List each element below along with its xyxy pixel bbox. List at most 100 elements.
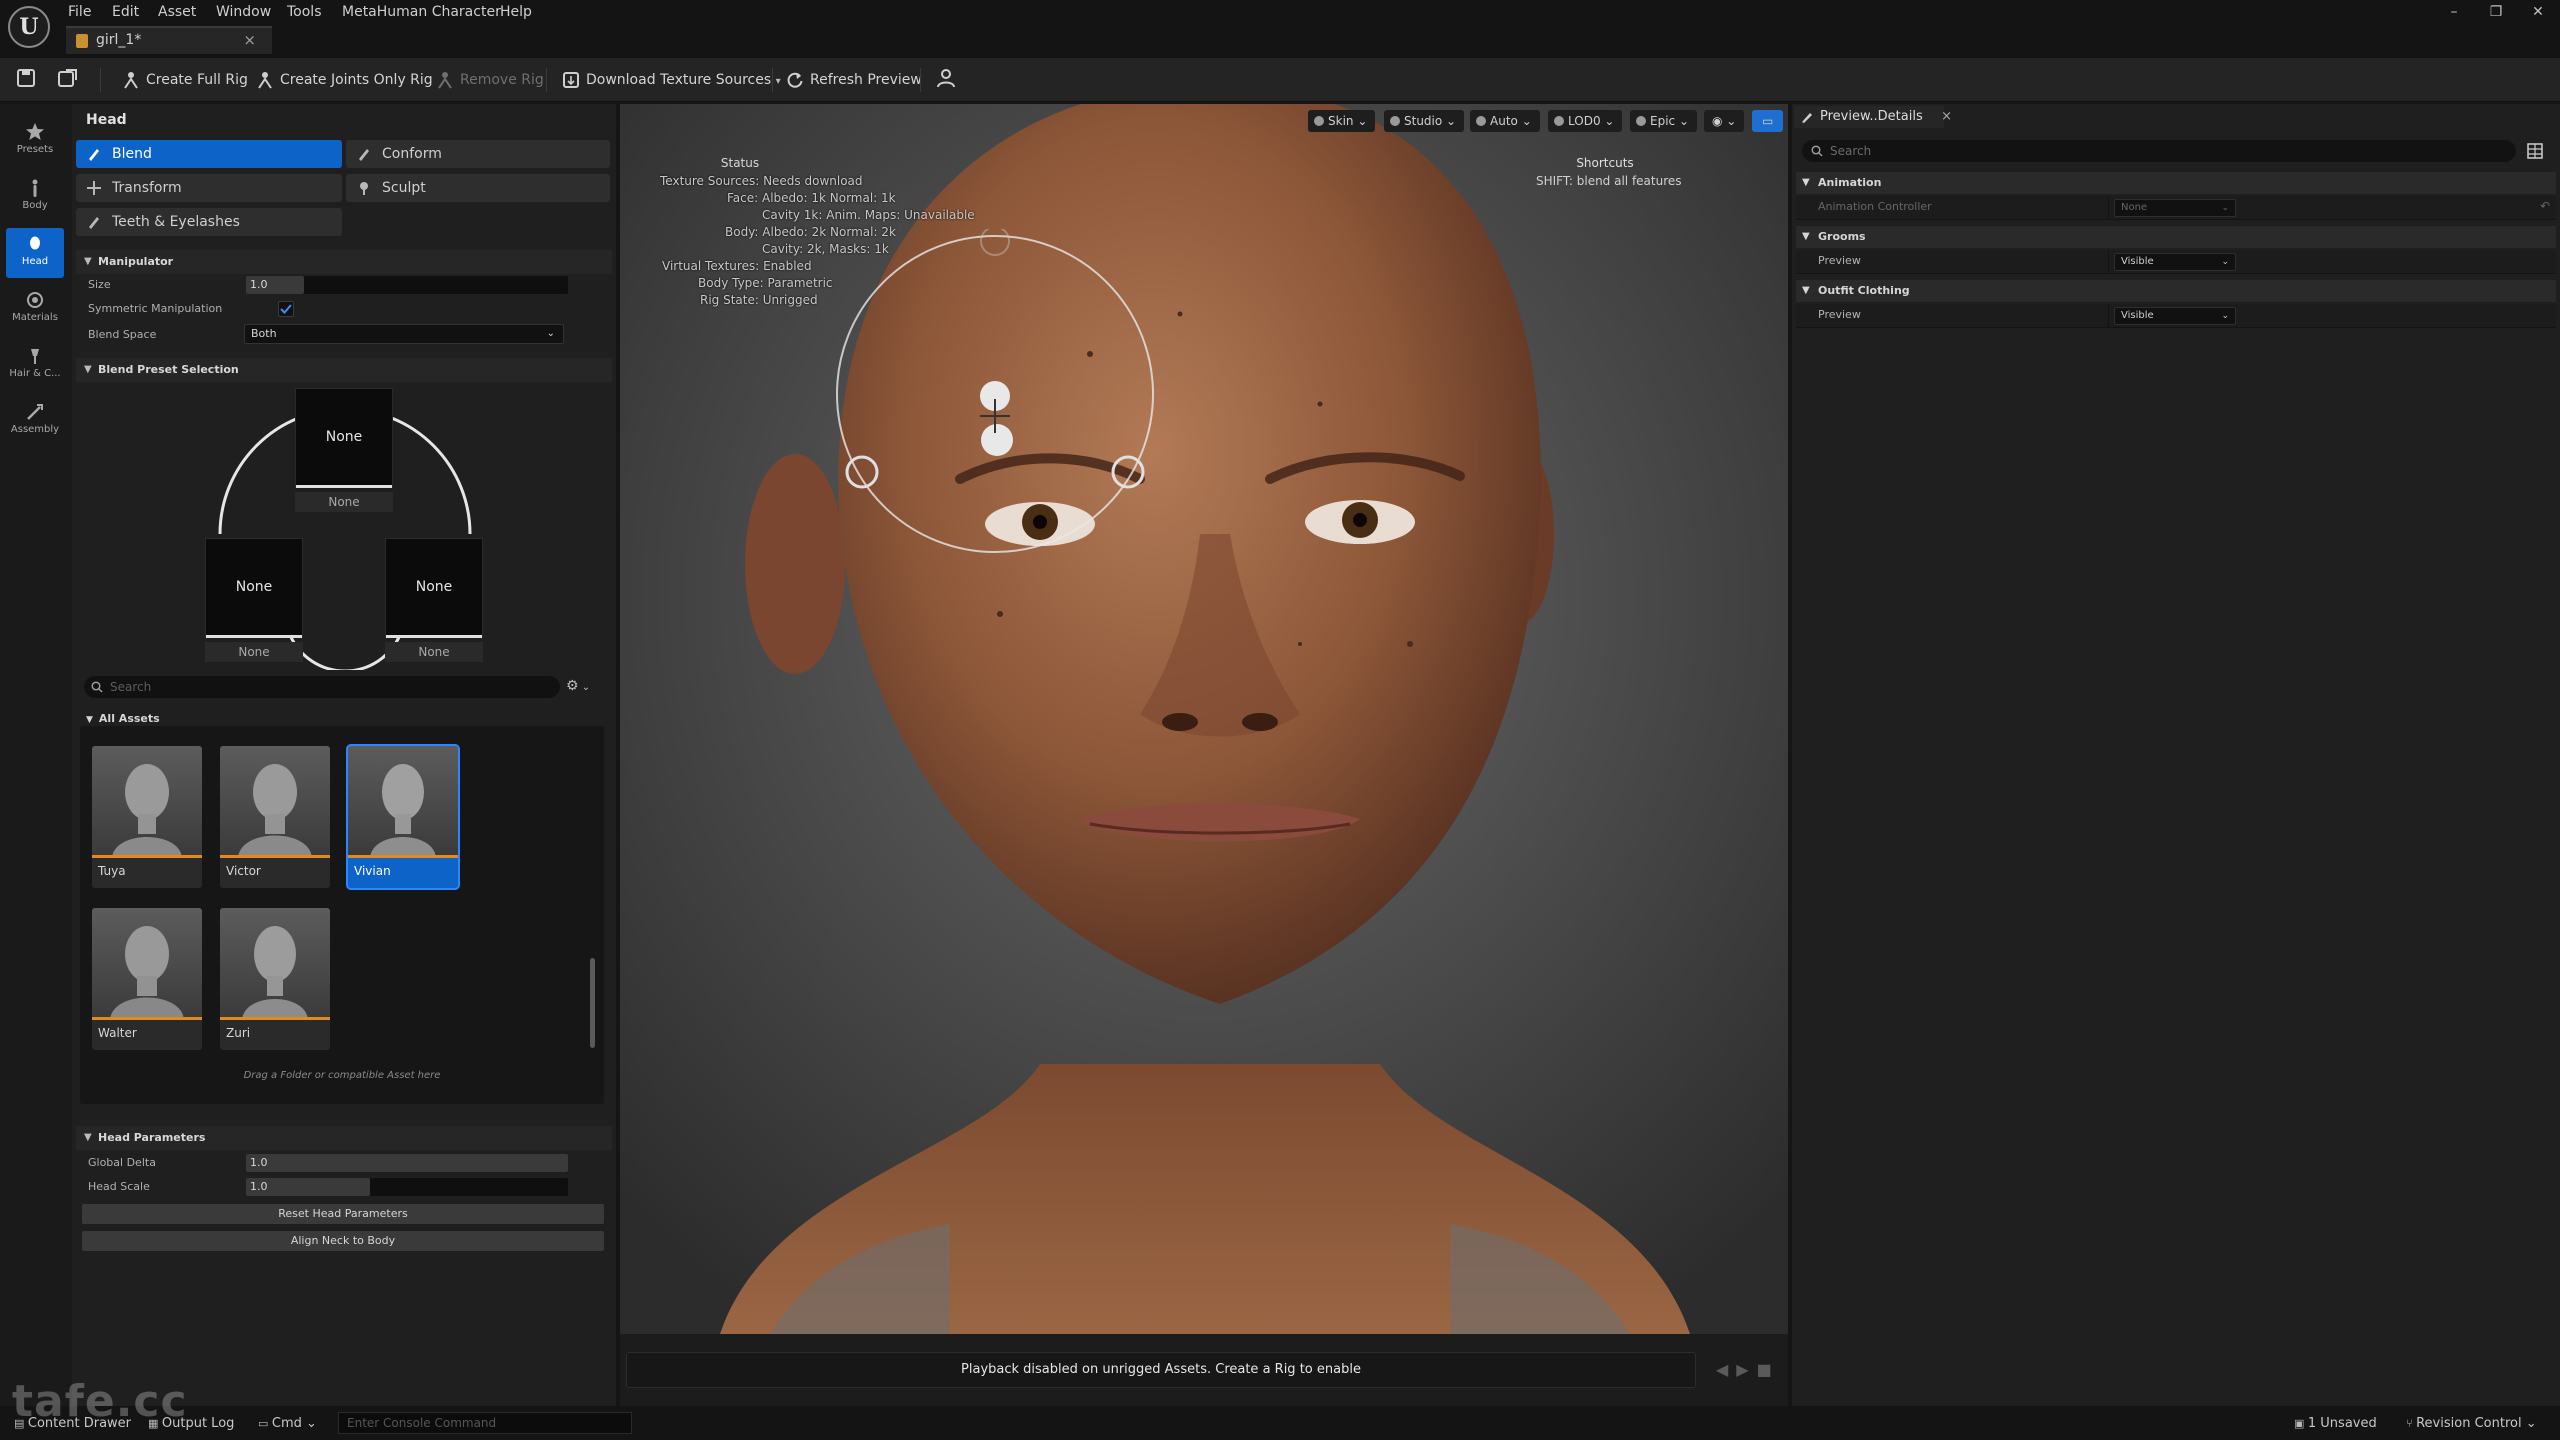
studio-dropdown[interactable]: Studio ⌄ [1384, 110, 1465, 132]
skin-label: Skin [1328, 114, 1354, 128]
document-tab[interactable]: girl_1* × [66, 26, 272, 54]
global-delta-slider[interactable]: 1.0 [246, 1154, 568, 1172]
skin-dropdown[interactable]: Skin ⌄ [1308, 110, 1376, 132]
status-line-texture-sources: Texture Sources: Needs download [660, 174, 863, 188]
blend-manipulator-gizmo[interactable] [830, 229, 1170, 569]
cmd-dropdown[interactable]: ▭ Cmd ⌄ [258, 1414, 317, 1434]
all-assets-header[interactable]: ▼ All Assets [86, 712, 160, 725]
head-scale-slider[interactable]: 1.0 [246, 1178, 568, 1196]
rail-item-assembly[interactable]: Assembly [6, 396, 64, 446]
refresh-preview-button[interactable]: Refresh Preview [786, 68, 922, 92]
blend-preset-label-right: None [385, 642, 483, 662]
blend-preset-section-header[interactable]: ▼ Blend Preset Selection [76, 358, 612, 382]
mode-teeth-eyelashes-button[interactable]: Teeth & Eyelashes [76, 208, 342, 236]
revision-control-button[interactable]: ⑂ Revision Control ⌄ [2406, 1414, 2537, 1434]
preview-details-label: Preview..Details [1820, 109, 1923, 124]
outfit-clothing-section-header[interactable]: ▼ Outfit Clothing [1796, 280, 2556, 302]
head-scale-value: 1.0 [250, 1180, 268, 1193]
unsaved-button[interactable]: ▣ 1 Unsaved [2294, 1414, 2377, 1434]
rail-item-presets[interactable]: Presets [6, 116, 64, 166]
auto-dropdown[interactable]: Auto ⌄ [1470, 110, 1540, 132]
menu-asset[interactable]: Asset [158, 2, 196, 22]
animation-controller-dropdown[interactable]: None ⌄ [2114, 199, 2236, 217]
blend-preset-slot-top[interactable]: None [295, 388, 393, 488]
preview-details-tab[interactable]: Preview..Details × [1794, 106, 1952, 128]
details-search-input[interactable]: Search [1802, 140, 2516, 162]
lod-dropdown[interactable]: LOD0 ⌄ [1548, 110, 1623, 132]
row-divider [2108, 196, 2109, 220]
materials-icon [27, 292, 43, 308]
close-window-button[interactable]: ✕ [2518, 2, 2558, 22]
close-tab-icon[interactable]: × [1941, 106, 1952, 128]
create-full-rig-button[interactable]: Create Full Rig [122, 68, 248, 92]
symmetric-manipulation-checkbox[interactable] [278, 301, 294, 317]
mode-blend-button[interactable]: Blend [76, 140, 342, 168]
create-joints-only-rig-button[interactable]: Create Joints Only Rig [256, 68, 433, 92]
rail-item-hair[interactable]: Hair & C... [6, 340, 64, 390]
console-input[interactable]: Enter Console Command [338, 1412, 632, 1434]
chevron-down-icon: ⌄ [2221, 203, 2229, 213]
menu-help[interactable]: Help [500, 2, 532, 22]
section-title: Blend Preset Selection [98, 363, 239, 376]
outfit-preview-dropdown[interactable]: Visible ⌄ [2114, 307, 2236, 325]
menu-tools[interactable]: Tools [287, 2, 322, 22]
animation-section-header[interactable]: ▼ Animation [1796, 172, 2556, 194]
grid-view-icon[interactable] [2526, 142, 2544, 160]
rail-item-body[interactable]: Body [6, 172, 64, 222]
hair-icon [31, 349, 39, 364]
asset-tile-vivian[interactable]: Vivian [346, 744, 460, 890]
asset-tile-victor[interactable]: Victor [220, 746, 330, 888]
camera-toggle[interactable]: ▭ [1752, 110, 1784, 132]
asset-tile-zuri[interactable]: Zuri [220, 908, 330, 1050]
remove-rig-button[interactable]: Remove Rig [436, 68, 544, 92]
save-icon[interactable] [14, 66, 38, 90]
asset-search-input[interactable]: Search [84, 676, 560, 698]
rail-item-head[interactable]: Head [6, 228, 64, 278]
blend-space-dropdown[interactable]: Both ⌄ [244, 324, 564, 344]
animation-controller-label: Animation Controller [1818, 200, 1932, 213]
view-mode-dropdown[interactable]: ◉ ⌄ [1704, 110, 1745, 132]
restore-button[interactable]: ❐ [2476, 2, 2516, 22]
eye-icon: ◉ [1712, 114, 1723, 128]
playback-controls[interactable]: ◀▶■ [1716, 1360, 1780, 1379]
user-icon[interactable] [934, 66, 958, 90]
align-neck-to-body-button[interactable]: Align Neck to Body [82, 1231, 604, 1251]
quality-dropdown[interactable]: Epic ⌄ [1630, 110, 1698, 132]
save-status-icon: ▣ [2294, 1417, 2308, 1430]
blend-preset-slot-right[interactable]: None [385, 538, 483, 638]
asset-list-scrollbar[interactable] [590, 958, 595, 1048]
toolbar-divider [100, 68, 101, 92]
skin-icon [1314, 116, 1324, 126]
unsaved-label: 1 Unsaved [2307, 1416, 2377, 1431]
mode-sculpt-button[interactable]: Sculpt [346, 174, 610, 202]
reset-arrow-icon[interactable]: ↶ [2540, 199, 2550, 213]
asset-tile-walter[interactable]: Walter [92, 908, 202, 1050]
close-tab-icon[interactable]: × [243, 31, 256, 49]
download-texture-sources-button[interactable]: Download Texture Sources ▾ [562, 68, 781, 92]
conform-icon [359, 149, 369, 161]
section-title: Grooms [1818, 230, 1866, 243]
menu-window[interactable]: Window [216, 2, 271, 22]
reset-head-parameters-button[interactable]: Reset Head Parameters [82, 1204, 604, 1224]
asset-search-placeholder: Search [110, 680, 152, 694]
browse-icon[interactable] [56, 66, 80, 90]
grooms-section-header[interactable]: ▼ Grooms [1796, 226, 2556, 248]
preset-slot-bar [206, 635, 302, 638]
mode-transform-button[interactable]: Transform [76, 174, 342, 202]
head-parameters-section-header[interactable]: ▼ Head Parameters [76, 1126, 612, 1150]
grooms-preview-dropdown[interactable]: Visible ⌄ [2114, 253, 2236, 271]
unreal-logo-icon[interactable]: U [8, 6, 50, 48]
asset-thumbnail [220, 908, 330, 1020]
settings-gear-icon[interactable]: ⚙ ⌄ [566, 678, 602, 696]
asset-tile-tuya[interactable]: Tuya [92, 746, 202, 888]
minimize-button[interactable]: – [2434, 2, 2474, 22]
blend-preset-slot-left[interactable]: None [205, 538, 303, 638]
menu-metahuman-character[interactable]: MetaHuman Character [342, 2, 501, 22]
menu-file[interactable]: File [68, 2, 91, 22]
menu-edit[interactable]: Edit [112, 2, 139, 22]
rail-item-materials[interactable]: Materials [6, 284, 64, 334]
size-slider[interactable]: 1.0 [246, 276, 568, 294]
manipulator-section-header[interactable]: ▼ Manipulator [76, 250, 612, 274]
size-label: Size [88, 278, 111, 291]
mode-conform-button[interactable]: Conform [346, 140, 610, 168]
